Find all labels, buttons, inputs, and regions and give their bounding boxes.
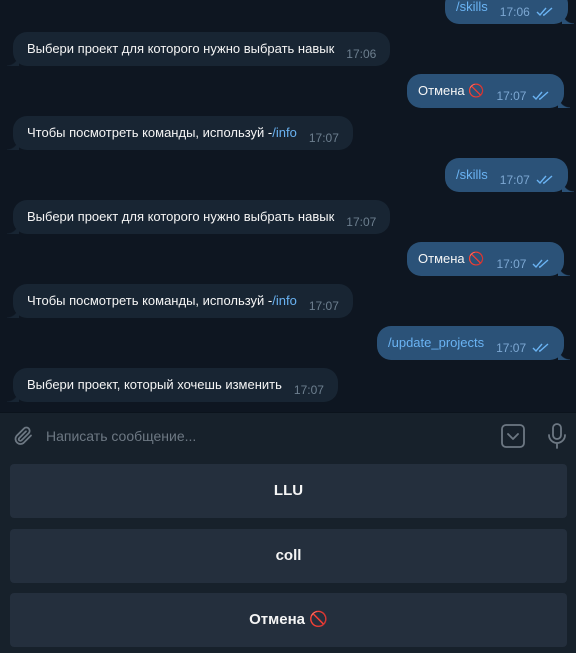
message-text: Отмена 🚫 [418, 83, 485, 98]
message-link[interactable]: /info [272, 284, 297, 318]
message-time: 17:06 [499, 5, 530, 19]
read-checks-icon [532, 259, 549, 269]
message-link[interactable]: /info [272, 116, 297, 150]
message-incoming[interactable]: Выбери проект для которого нужно выбрать… [7, 32, 391, 66]
message-outgoing[interactable]: /update_projects 17:07 [377, 326, 571, 360]
message-outgoing[interactable]: /skills 17:07 [445, 158, 574, 192]
keyboard-button-coll[interactable]: coll [10, 529, 567, 583]
message-text[interactable]: /skills [456, 0, 488, 24]
message-text[interactable]: /update_projects [388, 326, 484, 360]
message-time: 17:07 [308, 131, 339, 145]
message-text: Выбери проект для которого нужно выбрать… [27, 41, 335, 56]
message-text: Чтобы посмотреть команды, используй - [27, 125, 273, 140]
message-time: 17:07 [496, 341, 527, 355]
reply-keyboard: LLU coll Отмена 🚫 [0, 458, 576, 653]
message-text: Отмена 🚫 [418, 251, 485, 266]
message-text: Выбери проект, который хочешь изменить [27, 377, 282, 392]
message-incoming[interactable]: Чтобы посмотреть команды, используй - /i… [7, 116, 353, 150]
message-text: Выбери проект для которого нужно выбрать… [27, 209, 335, 224]
message-outgoing[interactable]: Отмена 🚫 17:07 [407, 74, 571, 108]
message-time: 17:07 [499, 173, 530, 187]
message-time: 17:07 [293, 383, 324, 397]
microphone-icon[interactable] [545, 422, 569, 450]
message-time: 17:07 [496, 89, 527, 103]
message-composer [0, 412, 576, 458]
message-text[interactable]: /skills [456, 158, 488, 192]
message-list[interactable]: /skills 17:06 Выбери проект для которого … [0, 0, 576, 412]
message-time: 17:07 [496, 257, 527, 271]
message-outgoing[interactable]: /skills 17:06 [445, 0, 574, 24]
message-text: Чтобы посмотреть команды, используй - [27, 293, 273, 308]
message-incoming[interactable]: Выбери проект для которого нужно выбрать… [7, 200, 391, 234]
read-checks-icon [532, 343, 549, 353]
message-outgoing[interactable]: Отмена 🚫 17:07 [407, 242, 571, 276]
message-time: 17:07 [308, 299, 339, 313]
keyboard-toggle-icon[interactable] [500, 423, 526, 449]
message-time: 17:07 [346, 215, 377, 229]
read-checks-icon [536, 7, 553, 17]
keyboard-button-llu[interactable]: LLU [10, 464, 567, 518]
message-time: 17:06 [346, 47, 377, 61]
message-incoming[interactable]: Выбери проект, который хочешь изменить 17… [7, 368, 338, 402]
read-checks-icon [536, 175, 553, 185]
keyboard-button-cancel[interactable]: Отмена 🚫 [10, 593, 567, 647]
read-checks-icon [532, 91, 549, 101]
telegram-chat-window: /skills 17:06 Выбери проект для которого … [0, 0, 576, 653]
paperclip-icon[interactable] [12, 424, 36, 448]
message-incoming[interactable]: Чтобы посмотреть команды, используй - /i… [7, 284, 353, 318]
message-input[interactable] [46, 421, 486, 451]
